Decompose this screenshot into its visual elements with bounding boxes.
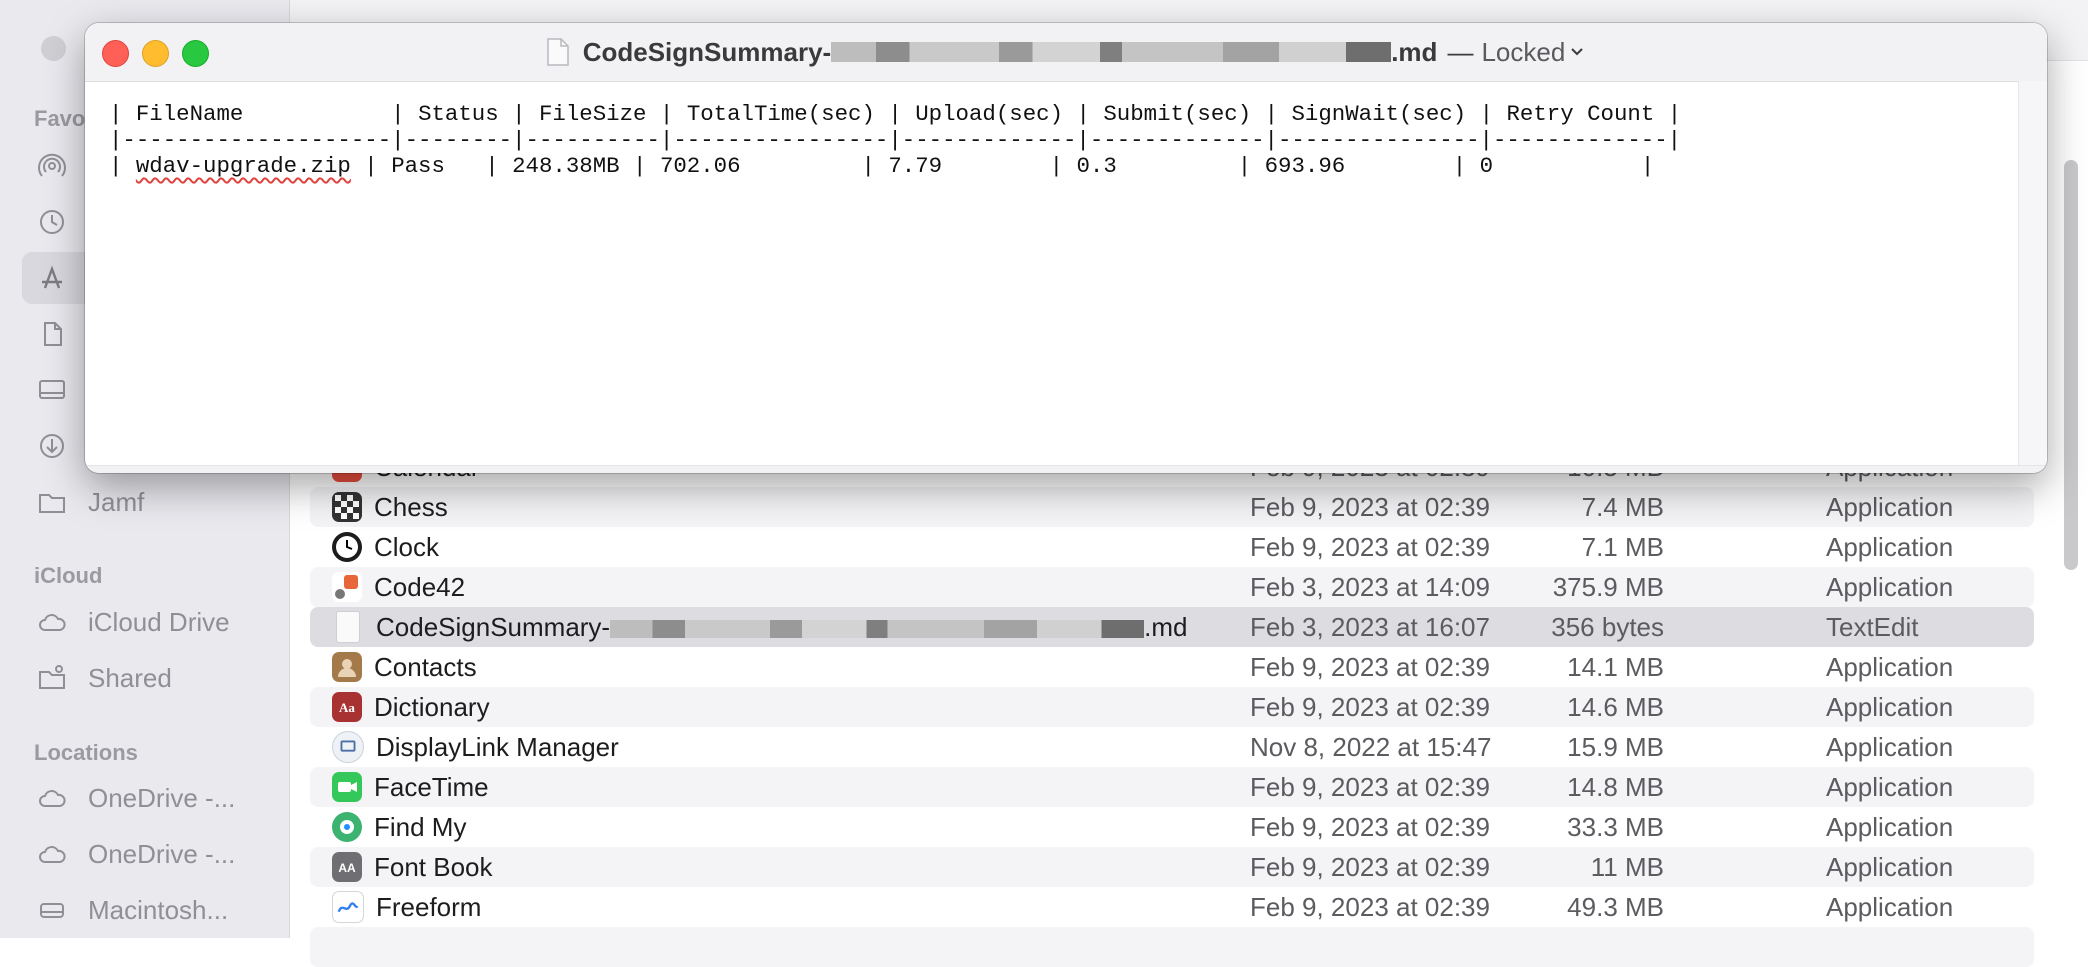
sidebar-section-locations: Locations bbox=[34, 740, 138, 765]
document-text-area[interactable]: | FileName | Status | FileSize | TotalTi… bbox=[85, 81, 2019, 465]
redacted-text bbox=[610, 619, 1145, 638]
airdrop-icon bbox=[30, 151, 74, 181]
sidebar-item-label: OneDrive -... bbox=[88, 838, 236, 869]
sidebar-item-label: Shared bbox=[88, 662, 172, 693]
title-filename-prefix: CodeSignSummary- bbox=[582, 36, 832, 67]
cloud-icon bbox=[30, 839, 74, 869]
svg-text:Aa: Aa bbox=[339, 700, 355, 715]
locked-menu[interactable]: Locked bbox=[1481, 37, 1565, 68]
window-title: CodeSignSummary- .md — Locked bbox=[85, 23, 2047, 81]
spelling-error-word: wdav-upgrade.zip bbox=[135, 153, 351, 179]
sidebar-item-jamf[interactable]: Jamf bbox=[22, 476, 272, 528]
sidebar-item-label: iCloud Drive bbox=[88, 606, 230, 637]
sidebar-item-onedrive-2[interactable]: OneDrive -... bbox=[22, 828, 272, 880]
folder-icon bbox=[30, 487, 74, 517]
fontbook-app-icon: AA bbox=[332, 852, 362, 882]
file-row-dictionary[interactable]: Aa Dictionary Feb 9, 2023 at 02:39 14.6 … bbox=[310, 687, 2034, 727]
cloud-icon bbox=[30, 607, 74, 637]
file-row-findmy[interactable]: Find My Feb 9, 2023 at 02:39 33.3 MB App… bbox=[310, 807, 2034, 847]
file-row-displaylink[interactable]: DisplayLink Manager Nov 8, 2022 at 15:47… bbox=[310, 727, 2034, 767]
dictionary-app-icon: Aa bbox=[332, 692, 362, 722]
title-filename-suffix: .md bbox=[1391, 36, 1438, 67]
disk-icon bbox=[30, 895, 74, 925]
document-icon bbox=[546, 38, 569, 66]
sidebar-section-favorites: Favo bbox=[34, 106, 86, 131]
horizontal-scrollbar[interactable] bbox=[85, 465, 2047, 473]
svg-text:AA: AA bbox=[338, 861, 356, 875]
displaylink-app-icon bbox=[332, 731, 364, 763]
redacted-text bbox=[831, 42, 1392, 62]
code42-app-icon bbox=[332, 572, 362, 602]
table-data-line: | wdav-upgrade.zip | Pass | 248.38MB | 7… bbox=[109, 153, 1655, 179]
sidebar-item-icloud-drive[interactable]: iCloud Drive bbox=[22, 596, 272, 648]
documents-icon bbox=[30, 319, 74, 349]
findmy-app-icon bbox=[332, 812, 362, 842]
file-row-clock[interactable]: Clock Feb 9, 2023 at 02:39 7.1 MB Applic… bbox=[310, 527, 2034, 567]
file-row-code42[interactable]: Code42 Feb 3, 2023 at 14:09 375.9 MB App… bbox=[310, 567, 2034, 607]
sidebar-item-label: Macintosh... bbox=[88, 894, 229, 925]
file-row-chess[interactable]: Chess Feb 9, 2023 at 02:39 7.4 MB Applic… bbox=[310, 487, 2034, 527]
table-separator-line: |--------------------|--------|---------… bbox=[109, 127, 1682, 153]
sidebar-item-onedrive-1[interactable]: OneDrive -... bbox=[22, 772, 272, 824]
file-row-freeform[interactable]: Freeform Feb 9, 2023 at 02:39 49.3 MB Ap… bbox=[310, 887, 2034, 927]
table-header-line: | FileName | Status | FileSize | TotalTi… bbox=[109, 101, 1682, 127]
desktop-icon bbox=[30, 375, 74, 405]
clock-app-icon bbox=[332, 532, 362, 562]
sidebar-item-macintosh[interactable]: Macintosh... bbox=[22, 884, 272, 936]
contacts-app-icon bbox=[332, 652, 362, 682]
file-row-partial bbox=[310, 927, 2034, 967]
file-name-codesignsummary: CodeSignSummary- .md bbox=[376, 611, 1188, 642]
freeform-app-icon bbox=[332, 891, 364, 923]
applications-icon bbox=[30, 263, 74, 293]
facetime-app-icon bbox=[332, 772, 362, 802]
file-row-contacts[interactable]: Contacts Feb 9, 2023 at 02:39 14.1 MB Ap… bbox=[310, 647, 2034, 687]
file-row-fontbook[interactable]: AA Font Book Feb 9, 2023 at 02:39 11 MB … bbox=[310, 847, 2034, 887]
textedit-titlebar[interactable]: CodeSignSummary- .md — Locked bbox=[85, 23, 2047, 82]
chess-app-icon bbox=[332, 492, 362, 522]
document-icon bbox=[336, 611, 360, 643]
vertical-scrollbar[interactable] bbox=[2018, 81, 2047, 465]
file-row-codesignsummary[interactable]: CodeSignSummary- .md Feb 3, 2023 at 16:07… bbox=[310, 607, 2034, 647]
sidebar-item-label: Jamf bbox=[88, 486, 145, 517]
recents-icon bbox=[30, 207, 74, 237]
file-list-scrollbar[interactable] bbox=[2064, 160, 2078, 570]
cloud-icon bbox=[30, 783, 74, 813]
file-row-facetime[interactable]: FaceTime Feb 9, 2023 at 02:39 14.8 MB Ap… bbox=[310, 767, 2034, 807]
shared-folder-icon bbox=[30, 663, 74, 693]
chevron-down-icon[interactable] bbox=[1569, 44, 1585, 60]
sidebar-section-icloud: iCloud bbox=[34, 563, 103, 588]
sidebar-item-label: OneDrive -... bbox=[88, 782, 236, 813]
downloads-icon bbox=[30, 431, 74, 461]
title-separator: — bbox=[1447, 36, 1474, 67]
textedit-window: CodeSignSummary- .md — Locked | FileName … bbox=[85, 23, 2047, 473]
sidebar-item-shared[interactable]: Shared bbox=[22, 652, 272, 704]
finder-close-button[interactable] bbox=[41, 36, 66, 61]
